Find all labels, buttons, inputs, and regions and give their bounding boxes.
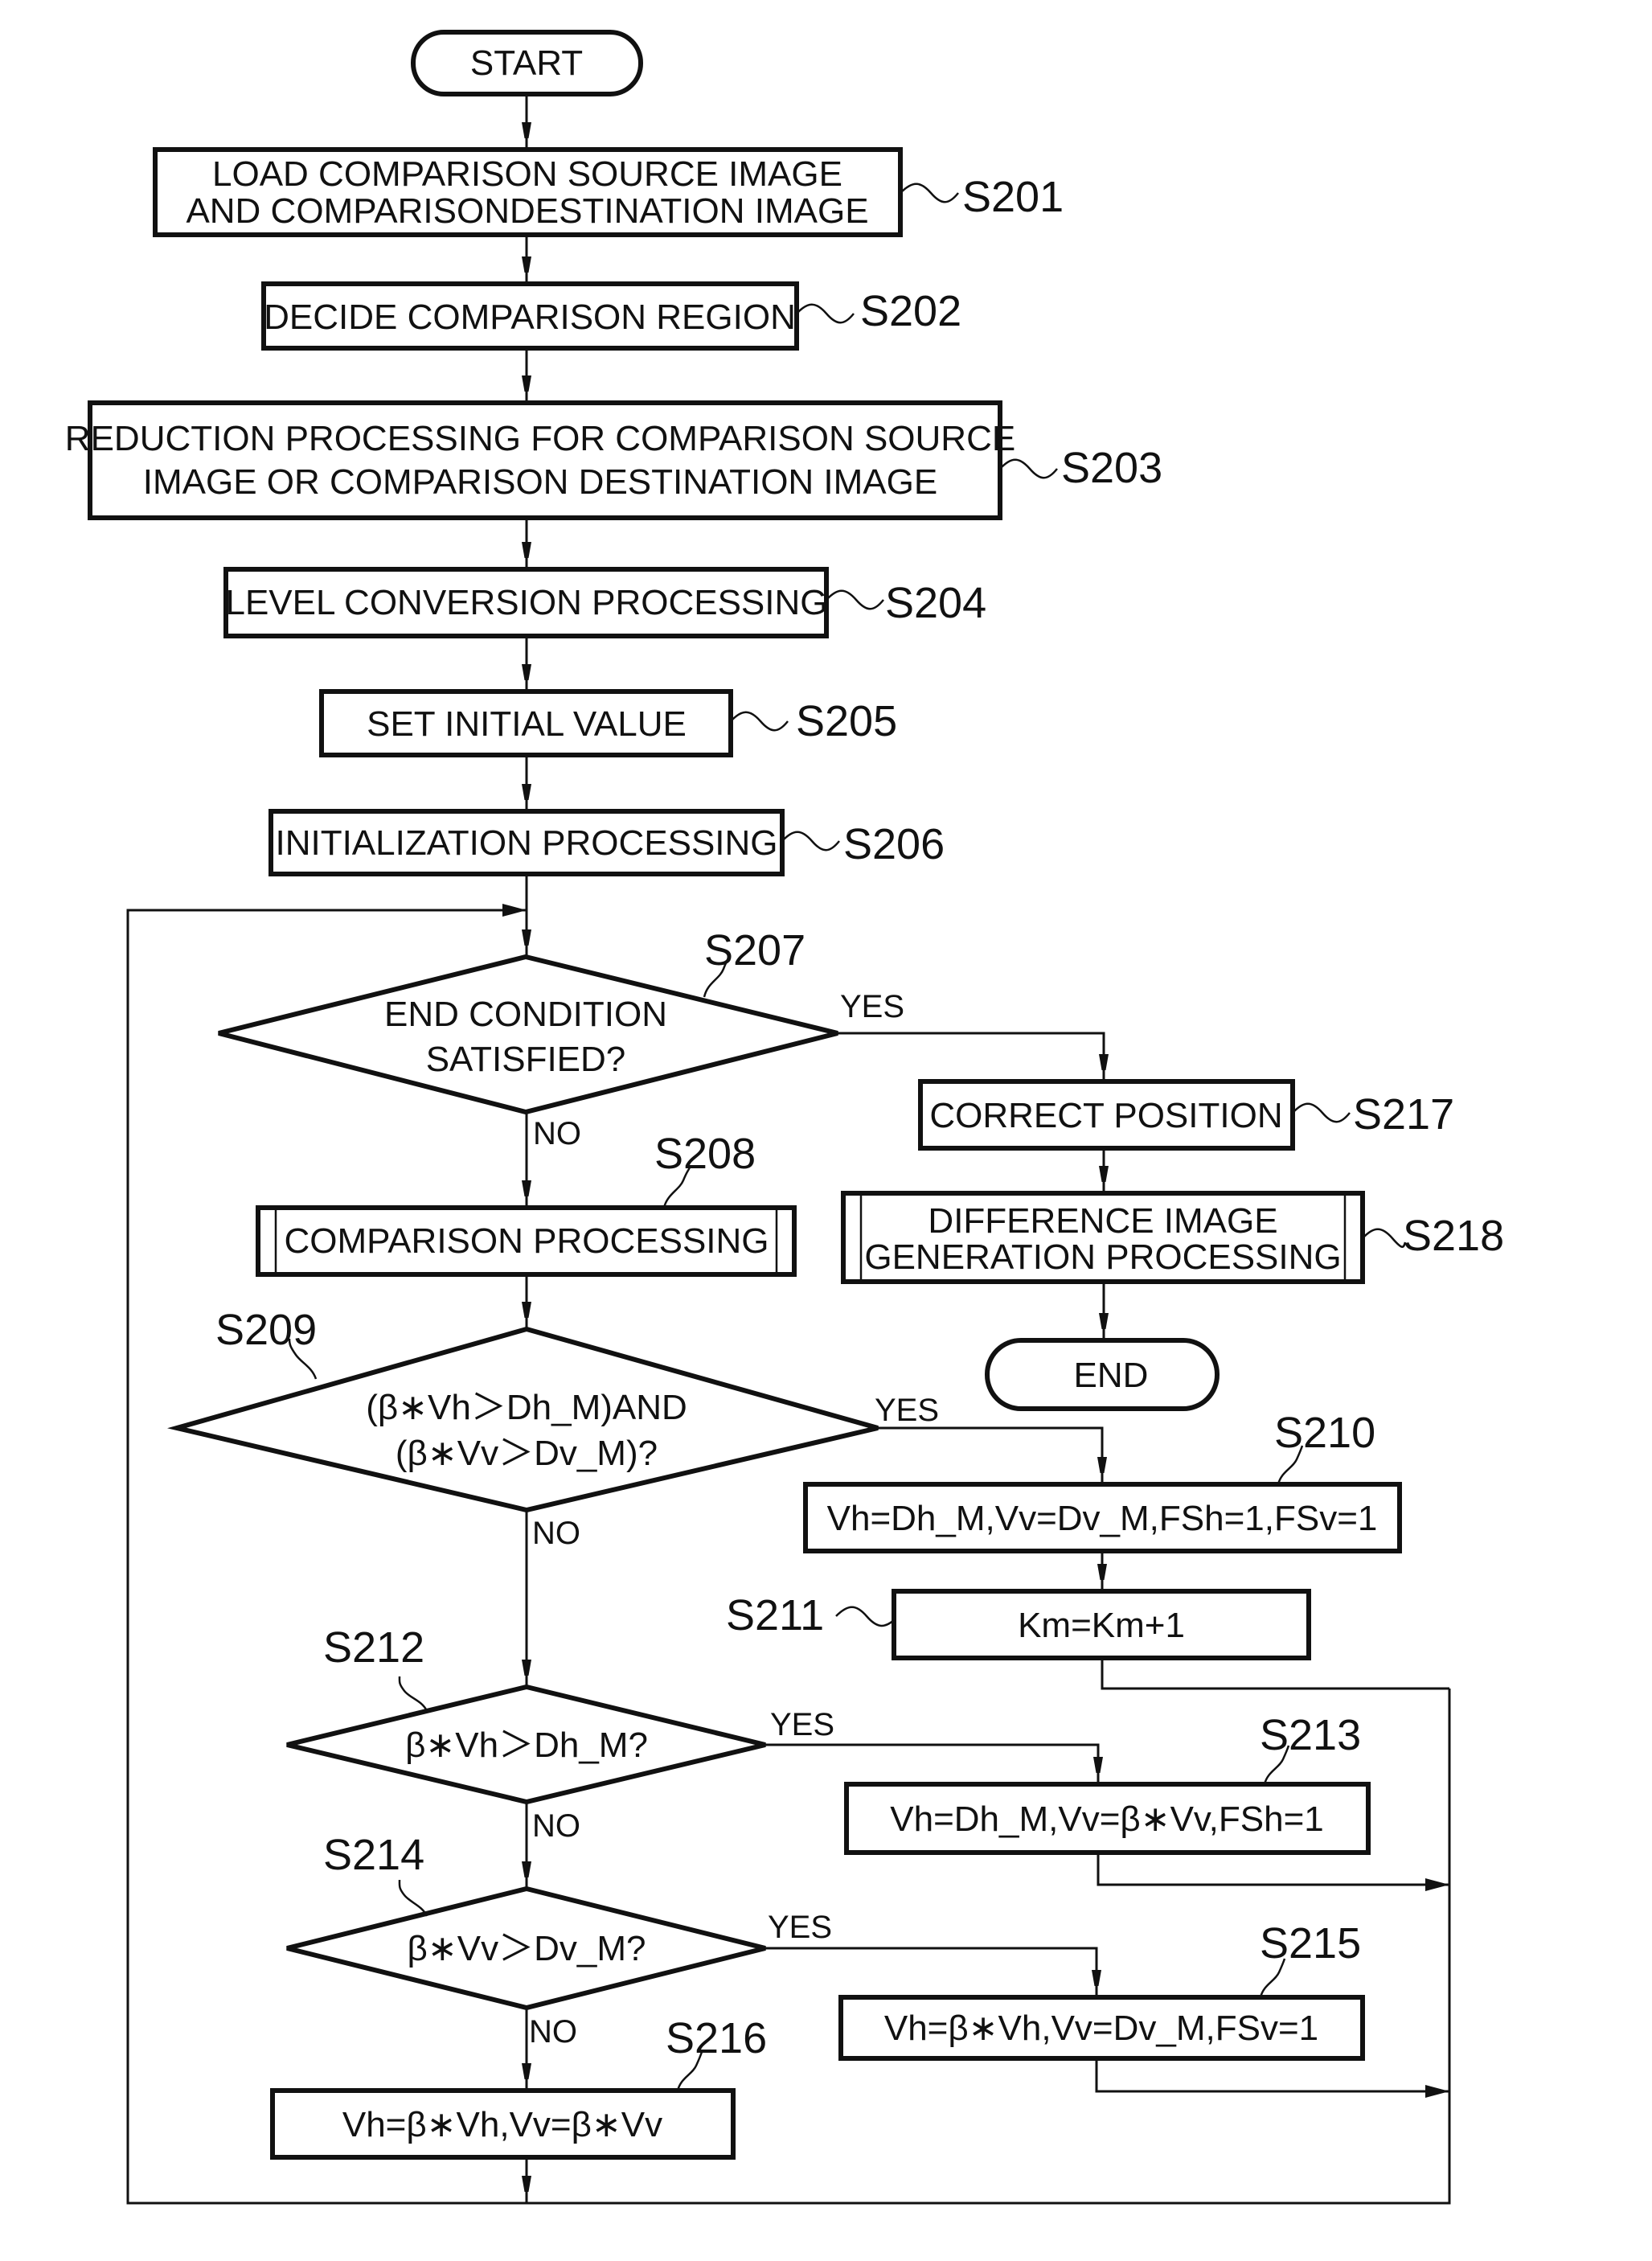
step-s206-label: INITIALIZATION PROCESSING — [275, 823, 777, 863]
step-id-s203: S203 — [1061, 444, 1162, 492]
step-id-s211: S211 — [726, 1591, 824, 1639]
arrow-s212-yes — [765, 1743, 1098, 1784]
arrow-s207-yes — [838, 1032, 1104, 1081]
decision-s207-line2: SATISFIED? — [426, 1040, 626, 1079]
step-s203: REDUCTION PROCESSING FOR COMPARISON SOUR… — [65, 400, 1162, 520]
step-s217-label: CORRECT POSITION — [929, 1096, 1282, 1135]
leader-s202 — [796, 303, 855, 324]
s209-yes-label: YES — [875, 1393, 939, 1428]
step-s218: DIFFERENCE IMAGE GENERATION PROCESSING S… — [841, 1191, 1504, 1284]
step-s201: LOAD COMPARISON SOURCE IMAGE AND COMPARI… — [153, 147, 1064, 237]
leader-s218 — [1362, 1228, 1407, 1248]
leader-s206 — [781, 831, 840, 851]
decision-s214-label: β∗Vv＞Dv_M? — [408, 1929, 646, 1968]
step-id-s213: S213 — [1260, 1711, 1361, 1759]
leader-s201 — [900, 183, 959, 203]
step-s202: DECIDE COMPARISON REGION S202 — [261, 281, 961, 351]
arrow-s209-yes — [878, 1426, 1102, 1484]
step-id-s205: S205 — [796, 697, 897, 745]
step-s218-line1: DIFFERENCE IMAGE — [928, 1201, 1277, 1241]
step-id-s206: S206 — [843, 820, 945, 868]
step-s215: Vh=β∗Vh,Vv=Dv_M,FSv=1 S215 — [838, 1919, 1365, 2061]
leader-s211 — [835, 1606, 895, 1627]
start-terminal: START — [411, 30, 643, 96]
step-s218-line2: GENERATION PROCESSING — [864, 1237, 1341, 1277]
leader-s212 — [398, 1676, 428, 1712]
leader-s204 — [826, 589, 884, 610]
s212-no-label: NO — [532, 1808, 580, 1844]
step-id-s204: S204 — [885, 579, 986, 627]
arrow-s213-loop — [1097, 1853, 1449, 1891]
leader-s217 — [1292, 1102, 1351, 1123]
step-s211-label: Km=Km+1 — [1018, 1606, 1185, 1645]
step-id-s201: S201 — [962, 173, 1064, 221]
decision-s212: β∗Vh＞Dh_M? S212 YES NO — [286, 1623, 834, 1844]
step-id-s208: S208 — [654, 1130, 756, 1178]
step-id-s207: S207 — [704, 926, 806, 975]
end-terminal: END — [985, 1338, 1220, 1411]
step-s205-label: SET INITIAL VALUE — [367, 704, 687, 744]
flowchart: START LOAD COMPARISON SOURCE IMAGE AND C… — [65, 30, 1504, 2205]
s212-yes-label: YES — [770, 1707, 834, 1742]
leader-s214 — [398, 1879, 428, 1917]
step-s204: LEVEL CONVERSION PROCESSING S204 — [223, 567, 986, 638]
step-s205: SET INITIAL VALUE S205 — [319, 689, 897, 757]
s209-no-label: NO — [532, 1516, 580, 1551]
start-label: START — [470, 43, 583, 83]
step-s202-label: DECIDE COMPARISON REGION — [264, 298, 796, 337]
step-id-s209: S209 — [215, 1306, 317, 1354]
decision-s209-line2: (β∗Vv＞Dv_M)? — [396, 1434, 658, 1473]
s207-yes-label: YES — [840, 989, 904, 1024]
leader-s205 — [730, 711, 789, 732]
s214-no-label: NO — [529, 2014, 577, 2050]
step-s213-label: Vh=Dh_M,Vv=β∗Vv,FSh=1 — [890, 1799, 1324, 1839]
step-s204-label: LEVEL CONVERSION PROCESSING — [225, 583, 827, 622]
step-s206: INITIALIZATION PROCESSING S206 — [269, 809, 945, 876]
decision-s209-line1: (β∗Vh＞Dh_M)AND — [366, 1388, 687, 1427]
step-id-s215: S215 — [1260, 1919, 1361, 1968]
decision-s207: END CONDITION SATISFIED? S207 YES NO — [218, 926, 904, 1151]
step-id-s218: S218 — [1403, 1212, 1504, 1260]
s207-no-label: NO — [533, 1116, 581, 1151]
step-s215-label: Vh=β∗Vh,Vv=Dv_M,FSv=1 — [884, 2009, 1318, 2048]
end-label: END — [1074, 1356, 1149, 1395]
step-s216: Vh=β∗Vh,Vv=β∗Vv S216 — [270, 2014, 767, 2160]
step-s203-line1: REDUCTION PROCESSING FOR COMPARISON SOUR… — [65, 419, 1015, 458]
step-id-s216: S216 — [666, 2014, 767, 2062]
step-id-s212: S212 — [323, 1623, 424, 1672]
step-s217: CORRECT POSITION S217 — [918, 1079, 1454, 1151]
step-s210-label: Vh=Dh_M,Vv=Dv_M,FSh=1,FSv=1 — [827, 1499, 1378, 1538]
step-s208-label: COMPARISON PROCESSING — [284, 1221, 769, 1261]
step-s216-label: Vh=β∗Vh,Vv=β∗Vv — [342, 2105, 662, 2144]
s214-yes-label: YES — [768, 1910, 832, 1945]
step-s213: Vh=Dh_M,Vv=β∗Vv,FSh=1 S213 — [844, 1711, 1371, 1855]
leader-s203 — [999, 458, 1058, 479]
arrow-s214-yes — [765, 1947, 1097, 1997]
step-s201-line1: LOAD COMPARISON SOURCE IMAGE — [212, 154, 842, 194]
decision-s212-label: β∗Vh＞Dh_M? — [405, 1726, 648, 1765]
step-s203-line2: IMAGE OR COMPARISON DESTINATION IMAGE — [143, 462, 937, 502]
step-id-s202: S202 — [860, 287, 961, 335]
step-id-s217: S217 — [1353, 1090, 1454, 1139]
line-s211-loop — [1101, 1658, 1449, 1690]
step-s201-line2: AND COMPARISONDESTINATION IMAGE — [186, 191, 868, 231]
arrow-s215-loop — [1095, 2058, 1449, 2098]
decision-s207-line1: END CONDITION — [384, 995, 667, 1034]
step-id-s214: S214 — [323, 1831, 424, 1879]
step-s211: Km=Km+1 S211 — [726, 1589, 1311, 1660]
step-id-s210: S210 — [1274, 1409, 1375, 1457]
